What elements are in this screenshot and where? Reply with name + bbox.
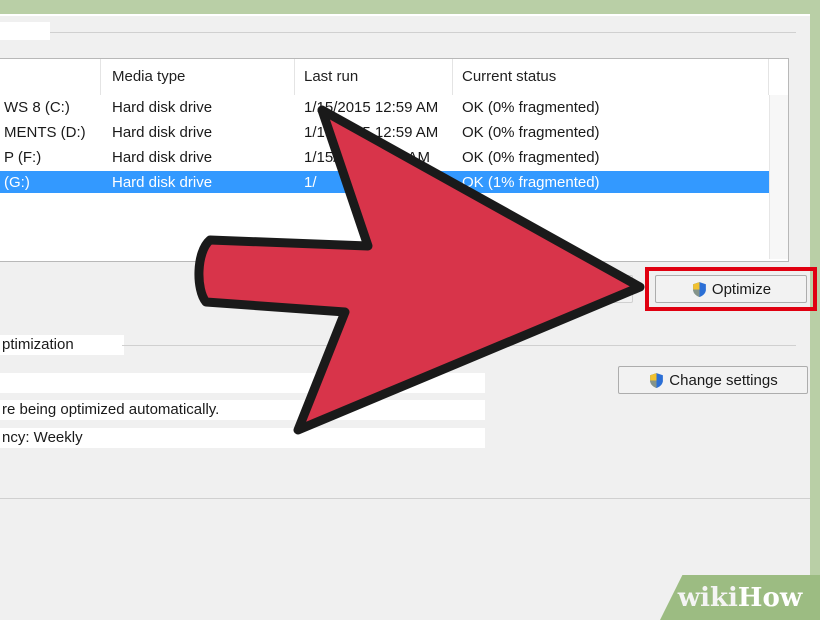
drive-row[interactable]: P (F:) Hard disk drive 1/15/2015 1:10 AM…: [0, 146, 770, 168]
watermark-wiki: wiki: [677, 582, 738, 613]
wikihow-watermark: wiki How: [660, 575, 820, 620]
drive-media-type: Hard disk drive: [112, 124, 213, 141]
drive-media-type: Hard disk drive: [112, 99, 213, 116]
uac-shield-icon: [650, 372, 664, 388]
drive-row[interactable]: MENTS (D:) Hard disk drive 1/15/2015 12:…: [0, 121, 770, 143]
schedule-auto-line: re being optimized automatically.: [0, 400, 485, 420]
analyze-button-label: Analyze: [537, 280, 592, 298]
optimize-highlight-frame: [645, 267, 817, 311]
column-separator: [768, 59, 769, 95]
scheduled-group-bottom-line: [0, 498, 810, 499]
drive-status: OK (0% fragmented): [462, 99, 600, 116]
drive-name: (G:): [4, 174, 30, 191]
drive-list[interactable]: Media type Last run Current status WS 8 …: [0, 58, 789, 262]
drive-name: P (F:): [4, 149, 42, 166]
drive-name: WS 8 (C:): [4, 99, 70, 116]
schedule-status-line: [0, 373, 485, 393]
watermark-how: How: [737, 582, 803, 613]
change-settings-button-label: Change settings: [669, 371, 778, 389]
drive-media-type: Hard disk drive: [112, 174, 213, 191]
drive-status: OK (0% fragmented): [462, 124, 600, 141]
top-border: [0, 0, 820, 14]
drive-media-type: Hard disk drive: [112, 149, 213, 166]
drive-list-header: Media type Last run Current status: [0, 59, 788, 95]
drive-last-run: 1/15/2015 1:10 AM: [304, 149, 430, 166]
vertical-scrollbar[interactable]: [769, 95, 788, 259]
schedule-frequency-line: ncy: Weekly: [0, 428, 485, 448]
status-group-line: [50, 32, 796, 33]
analyze-button[interactable]: Analyze: [475, 275, 633, 303]
shield-icon: [518, 281, 532, 297]
top-divider: [0, 14, 810, 16]
drive-last-run: 1/: [304, 174, 317, 191]
column-separator[interactable]: [294, 59, 295, 95]
drive-last-run: 1/15/2015 12:59 AM: [304, 99, 439, 116]
scheduled-group-line: [122, 345, 796, 346]
drive-status: OK (1% fragmented): [462, 174, 600, 191]
change-settings-button[interactable]: Change settings: [618, 366, 808, 394]
column-separator[interactable]: [100, 59, 101, 95]
column-separator[interactable]: [452, 59, 453, 95]
optimize-drives-window: Media type Last run Current status WS 8 …: [0, 0, 820, 620]
header-media-type[interactable]: Media type: [112, 68, 185, 85]
drive-status: OK (0% fragmented): [462, 149, 600, 166]
drive-last-run: 1/15/2015 12:59 AM: [304, 124, 439, 141]
header-last-run[interactable]: Last run: [304, 68, 358, 85]
status-group-label: [0, 22, 50, 40]
header-current-status[interactable]: Current status: [462, 68, 556, 85]
drive-name: MENTS (D:): [4, 124, 86, 141]
scheduled-optimization-label: ptimization: [0, 335, 124, 355]
drive-row[interactable]: WS 8 (C:) Hard disk drive 1/15/2015 12:5…: [0, 96, 770, 118]
drive-row-selected[interactable]: (G:) Hard disk drive 1/ OK (1% fragmente…: [0, 171, 770, 193]
